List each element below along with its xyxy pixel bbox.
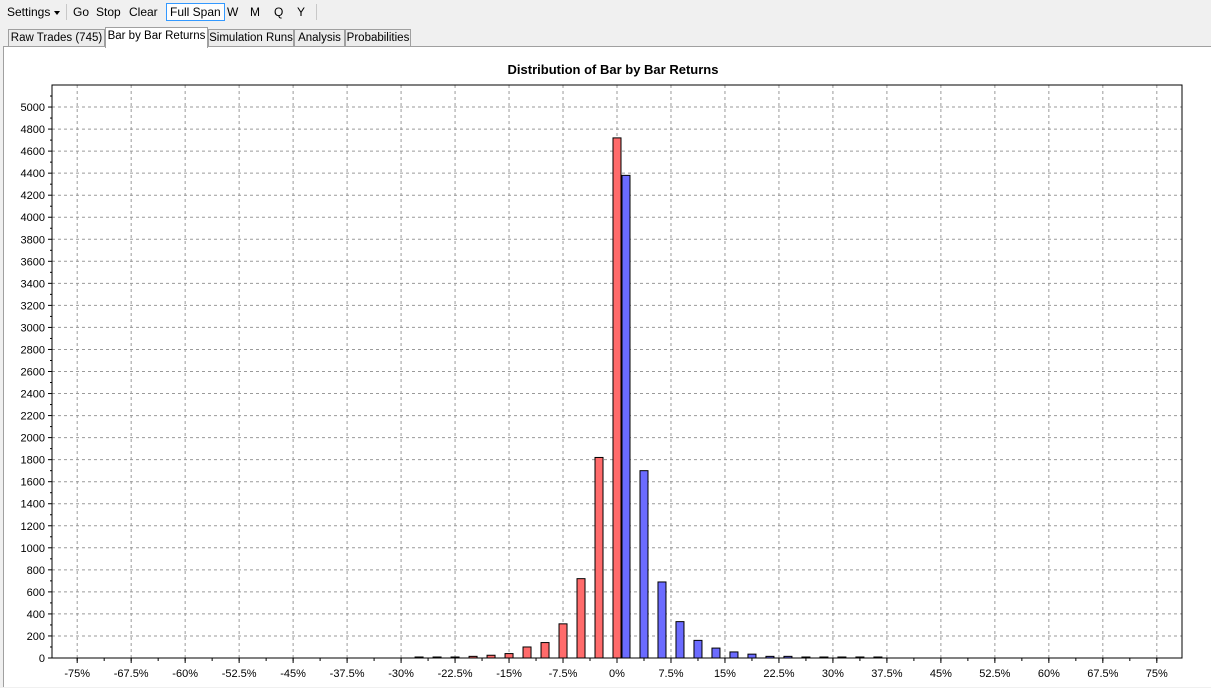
y-tick-label: 400 xyxy=(27,609,45,621)
y-tick-label: 3600 xyxy=(21,256,45,268)
y-tick-label: 3000 xyxy=(21,322,45,334)
y-tick-label: 3800 xyxy=(21,234,45,246)
x-tick-label: 60% xyxy=(1038,668,1060,680)
month-button[interactable]: M xyxy=(250,3,260,21)
settings-label: Settings xyxy=(7,5,51,19)
histogram-bar xyxy=(639,470,649,659)
chart-bars xyxy=(414,137,883,659)
returns-histogram-chart: Distribution of Bar by Bar Returns 0 200 4… xyxy=(21,62,1183,680)
full-span-button[interactable]: Full Span xyxy=(166,3,225,21)
x-tick-label: 45% xyxy=(930,668,952,680)
y-tick-label: 200 xyxy=(27,631,45,643)
x-tick-label: 52.5% xyxy=(979,668,1010,680)
y-tick-label: 4600 xyxy=(21,146,45,158)
x-axis-labels: -75% -67.5% -60% -52.5% -45% -37.5% -30% -22.5%… xyxy=(64,668,1168,680)
x-tick-label: -22.5% xyxy=(438,668,473,680)
chevron-down-icon xyxy=(54,10,61,15)
x-tick-label: -52.5% xyxy=(222,668,257,680)
x-tick-label: -45% xyxy=(280,668,306,680)
histogram-bar xyxy=(540,642,550,659)
week-button[interactable]: W xyxy=(227,3,238,21)
x-tick-label: 7.5% xyxy=(658,668,683,680)
y-tick-label: 2200 xyxy=(21,411,45,423)
histogram-bar xyxy=(558,623,568,659)
histogram-bar xyxy=(675,621,685,659)
y-tick-label: 4000 xyxy=(21,212,45,224)
x-tick-label: 37.5% xyxy=(871,668,902,680)
tab-raw-trades[interactable]: Raw Trades (745) xyxy=(8,29,105,47)
x-tick-label: -67.5% xyxy=(114,668,149,680)
toolbar-separator xyxy=(316,4,317,20)
tab-analysis[interactable]: Analysis xyxy=(294,29,345,47)
quarter-button[interactable]: Q xyxy=(274,3,283,21)
y-tick-label: 4800 xyxy=(21,124,45,136)
x-tick-label: -75% xyxy=(64,668,90,680)
x-tick-label: -7.5% xyxy=(549,668,578,680)
histogram-bar xyxy=(522,646,532,659)
histogram-bar xyxy=(729,651,739,659)
y-tick-label: 600 xyxy=(27,587,45,599)
histogram-bar xyxy=(747,653,757,659)
tab-simulation-runs[interactable]: Simulation Runs xyxy=(208,29,294,47)
x-tick-label: 15% xyxy=(714,668,736,680)
histogram-bar xyxy=(621,174,631,659)
x-tick-label: 75% xyxy=(1146,668,1168,680)
settings-menu-button[interactable]: Settings xyxy=(7,3,61,21)
toolbar: Settings Go Stop Clear Full Span W M Q Y xyxy=(0,0,1211,24)
y-tick-label: 0 xyxy=(39,653,45,665)
y-tick-label: 1400 xyxy=(21,499,45,511)
y-tick-label: 2800 xyxy=(21,344,45,356)
histogram-bar xyxy=(594,456,604,659)
chart-panel: Distribution of Bar by Bar Returns 0 200 4… xyxy=(3,46,1211,687)
year-button[interactable]: Y xyxy=(297,3,305,21)
histogram-bar xyxy=(693,639,703,659)
go-button[interactable]: Go xyxy=(73,3,89,21)
y-tick-label: 1200 xyxy=(21,521,45,533)
y-tick-label: 2600 xyxy=(21,367,45,379)
toolbar-separator xyxy=(66,4,67,20)
x-tick-label: 67.5% xyxy=(1087,668,1118,680)
tab-bar-by-bar-returns[interactable]: Bar by Bar Returns xyxy=(105,27,208,48)
y-tick-label: 5000 xyxy=(21,102,45,114)
histogram-bar xyxy=(576,578,586,659)
chart-title: Distribution of Bar by Bar Returns xyxy=(508,62,719,77)
histogram-bar xyxy=(657,581,667,659)
x-tick-label: -37.5% xyxy=(330,668,365,680)
y-tick-label: 2400 xyxy=(21,389,45,401)
y-tick-label: 4400 xyxy=(21,168,45,180)
x-tick-label: 22.5% xyxy=(763,668,794,680)
y-tick-label: 3200 xyxy=(21,300,45,312)
y-tick-label: 2000 xyxy=(21,433,45,445)
y-tick-label: 4200 xyxy=(21,190,45,202)
x-tick-label: 0% xyxy=(609,668,625,680)
stop-button[interactable]: Stop xyxy=(96,3,121,21)
histogram-bar xyxy=(711,647,721,659)
y-tick-label: 800 xyxy=(27,565,45,577)
y-axis-labels: 0 200 400 600 800 1000 1200 1400 1600 1800 2000 220… xyxy=(21,102,45,665)
tab-probabilities[interactable]: Probabilities xyxy=(345,29,411,47)
clear-button[interactable]: Clear xyxy=(129,3,158,21)
y-tick-label: 1600 xyxy=(21,477,45,489)
histogram-bar xyxy=(612,137,622,659)
tab-strip: Raw Trades (745) Bar by Bar Returns Simu… xyxy=(0,27,1211,48)
histogram-bar xyxy=(504,653,514,659)
y-tick-label: 1800 xyxy=(21,455,45,467)
y-tick-label: 1000 xyxy=(21,543,45,555)
x-tick-label: -60% xyxy=(172,668,198,680)
y-tick-label: 3400 xyxy=(21,278,45,290)
x-tick-label: -30% xyxy=(388,668,414,680)
x-tick-label: 30% xyxy=(822,668,844,680)
x-tick-label: -15% xyxy=(496,668,522,680)
